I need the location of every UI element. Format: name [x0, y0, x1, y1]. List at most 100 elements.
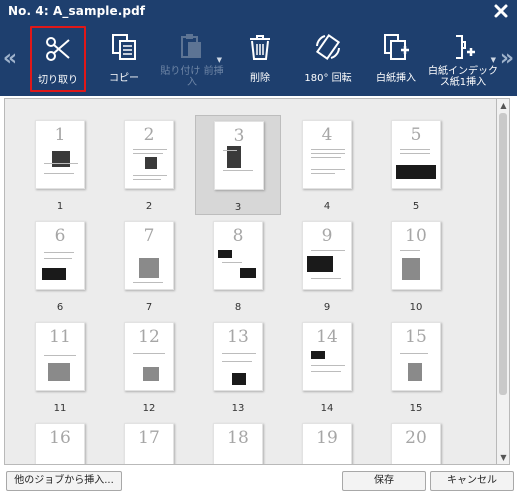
page-thumbnail[interactable]: 17	[106, 418, 192, 464]
page-thumbnail[interactable]: 88	[195, 216, 281, 316]
page-preview: 15	[391, 322, 441, 391]
page-preview: 18	[213, 423, 263, 464]
text-line	[311, 365, 345, 366]
page-thumbnail[interactable]: 33	[195, 115, 281, 215]
page-illustration	[396, 165, 436, 179]
scroll-up-arrow-icon[interactable]: ▲	[498, 100, 509, 111]
page-thumbnail[interactable]: 44	[284, 115, 370, 215]
text-line	[311, 173, 335, 174]
text-line	[311, 371, 341, 372]
page-preview-number: 10	[405, 226, 427, 246]
page-preview-number: 18	[227, 428, 249, 448]
cut-label: 切り取り	[38, 75, 78, 86]
insert-blank-label: 白紙挿入	[376, 73, 416, 84]
paste-insert-before-button[interactable]: ▼ 貼り付け 前挿入	[158, 26, 226, 92]
insert-index-button[interactable]: ▼ 白紙インデックス紙1挿入	[428, 26, 498, 92]
page-number-caption: 4	[323, 201, 331, 212]
text-line	[400, 250, 420, 251]
page-illustration	[145, 157, 157, 169]
page-number-caption: 1	[56, 201, 64, 212]
cancel-button[interactable]: キャンセル	[430, 471, 514, 491]
toolbar-prev-arrow-icon[interactable]: «	[2, 46, 18, 71]
close-icon[interactable]	[493, 2, 509, 20]
vertical-scrollbar[interactable]: ▲ ▼	[497, 98, 510, 465]
page-number-caption: 5	[412, 201, 420, 212]
page-preview: 2	[124, 120, 174, 189]
text-line	[44, 252, 74, 253]
page-thumbnail[interactable]: 16	[17, 418, 103, 464]
text-line	[133, 149, 167, 150]
page-number-caption: 7	[145, 302, 153, 313]
save-button[interactable]: 保存	[342, 471, 426, 491]
page-preview-number: 20	[405, 428, 427, 448]
page-thumbnail[interactable]: 18	[195, 418, 281, 464]
page-thumbnail[interactable]: 77	[106, 216, 192, 316]
page-illustration	[311, 351, 325, 359]
text-line	[311, 157, 341, 158]
bottom-bar: 他のジョブから挿入... 保存 キャンセル	[0, 465, 517, 495]
page-illustration	[307, 256, 333, 272]
page-thumbnail[interactable]: 99	[284, 216, 370, 316]
page-preview-number: 15	[405, 327, 427, 347]
page-preview: 20	[391, 423, 441, 464]
text-line	[223, 150, 237, 151]
text-line	[400, 149, 430, 150]
copy-button[interactable]: コピー	[96, 26, 152, 92]
page-preview: 9	[302, 221, 352, 290]
scroll-down-arrow-icon[interactable]: ▼	[498, 452, 509, 463]
page-preview: 14	[302, 322, 352, 391]
page-illustration	[143, 367, 159, 381]
text-line	[133, 282, 163, 283]
page-preview: 3	[214, 121, 264, 190]
page-number-caption: 10	[409, 302, 423, 313]
page-preview-number: 17	[138, 428, 160, 448]
text-line	[44, 355, 76, 356]
page-thumbnail[interactable]: 66	[17, 216, 103, 316]
insert-index-dropdown-icon[interactable]: ▼	[491, 56, 496, 64]
window-title: No. 4: A_sample.pdf	[8, 4, 146, 18]
paste-icon	[177, 32, 207, 62]
page-preview-number: 3	[233, 126, 245, 146]
page-illustration	[42, 268, 66, 280]
page-thumbnail[interactable]: 10 10	[373, 216, 459, 316]
scissors-icon	[43, 34, 73, 64]
page-number-caption: 3	[234, 202, 242, 213]
text-line	[133, 153, 163, 154]
scrollbar-thumb[interactable]	[499, 113, 507, 395]
insert-from-other-job-button[interactable]: 他のジョブから挿入...	[6, 471, 122, 491]
toolbar-next-arrow-icon[interactable]: »	[499, 46, 515, 71]
page-preview: 17	[124, 423, 174, 464]
page-preview-number: 11	[49, 327, 71, 347]
text-line	[311, 149, 345, 150]
paste-dropdown-icon[interactable]: ▼	[217, 56, 222, 64]
insert-blank-icon	[381, 32, 411, 62]
page-preview: 7	[124, 221, 174, 290]
page-thumbnail[interactable]: 22	[106, 115, 192, 215]
page-thumbnail[interactable]: 19	[284, 418, 370, 464]
delete-button[interactable]: 削除	[232, 26, 288, 92]
rotate-label: 180° 回転	[304, 73, 352, 84]
cut-button[interactable]: 切り取り	[30, 26, 86, 92]
page-thumbnail[interactable]: 11	[17, 115, 103, 215]
page-illustration	[240, 268, 256, 278]
page-preview-number: 5	[410, 125, 422, 145]
page-thumbnail[interactable]: 15 15	[373, 317, 459, 417]
rotate-180-button[interactable]: 180° 回転	[298, 26, 358, 92]
page-thumbnail[interactable]: 20	[373, 418, 459, 464]
insert-index-icon	[448, 32, 478, 62]
insert-blank-button[interactable]: 白紙挿入	[366, 26, 426, 92]
page-preview-number: 16	[49, 428, 71, 448]
page-preview: 13	[213, 322, 263, 391]
copy-icon	[109, 32, 139, 62]
page-number-caption: 13	[231, 403, 245, 414]
page-thumbnail[interactable]: 14 14	[284, 317, 370, 417]
page-thumbnail[interactable]: 55	[373, 115, 459, 215]
page-thumbnail[interactable]: 12 12	[106, 317, 192, 417]
page-thumbnail-grid: 1 1 2 2 3 3 4 4 5 5 6 6 7 7 8 8 9 9 10 10 11 11 12 12 13 13 14 14 15…	[4, 98, 497, 465]
page-preview-number: 19	[316, 428, 338, 448]
page-thumbnail[interactable]: 13 13	[195, 317, 281, 417]
text-line	[223, 170, 253, 171]
text-line	[133, 175, 167, 176]
page-thumbnail[interactable]: 11 11	[17, 317, 103, 417]
page-preview: 4	[302, 120, 352, 189]
